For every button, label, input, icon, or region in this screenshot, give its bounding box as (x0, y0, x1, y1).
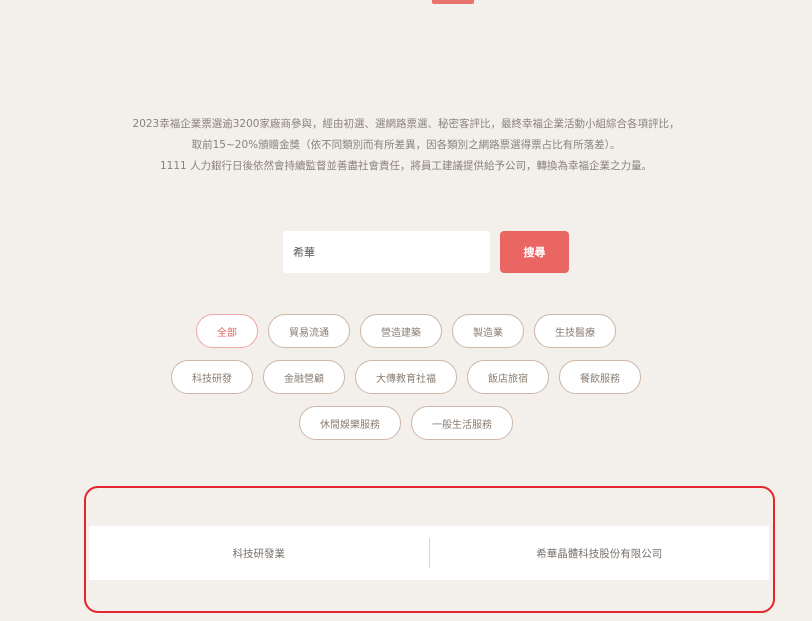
category-filter: 全部 貿易流通 營造建築 製造業 生技醫療 科技研發 金融營顧 大傳教育社福 飯… (0, 314, 812, 440)
result-row[interactable]: 科技研發業 希華晶體科技股份有限公司 (89, 526, 769, 580)
tag-tech-rd[interactable]: 科技研發 (171, 360, 253, 394)
tag-finance[interactable]: 金融營顧 (263, 360, 345, 394)
tag-row-3: 休閒娛樂服務 一般生活服務 (299, 406, 513, 440)
intro-line-3: 1111 人力銀行日後依然會持續監督並善盡社會責任，將員工建議提供給予公司，轉換… (159, 160, 653, 172)
result-category: 科技研發業 (232, 547, 286, 560)
tag-leisure[interactable]: 休閒娛樂服務 (299, 406, 401, 440)
tag-row-1: 全部 貿易流通 營造建築 製造業 生技醫療 (196, 314, 616, 348)
tag-biotech[interactable]: 生技醫療 (534, 314, 616, 348)
tag-row-2: 科技研發 金融營顧 大傳教育社福 飯店旅宿 餐飲服務 (171, 360, 641, 394)
tag-food-service[interactable]: 餐飲服務 (559, 360, 641, 394)
search-bar: 搜尋 (283, 231, 569, 273)
search-button[interactable]: 搜尋 (500, 231, 569, 273)
tag-trade[interactable]: 貿易流通 (268, 314, 350, 348)
tag-manufacturing[interactable]: 製造業 (452, 314, 524, 348)
intro-line-2: 取前15~20%頒贈金獎（依不同類別而有所差異，因各類別之網路票選得票占比有所落… (191, 139, 621, 151)
search-input[interactable] (283, 231, 490, 273)
tag-general-service[interactable]: 一般生活服務 (411, 406, 513, 440)
tag-hotel[interactable]: 飯店旅宿 (467, 360, 549, 394)
intro-line-1: 2023幸福企業票選逾3200家廠商參與，經由初選、選網路票選、秘密客評比，最終… (132, 118, 680, 130)
tag-all[interactable]: 全部 (196, 314, 258, 348)
intro-text: 2023幸福企業票選逾3200家廠商參與，經由初選、選網路票選、秘密客評比，最終… (0, 114, 812, 177)
top-accent-bar (432, 0, 474, 4)
tag-media-education[interactable]: 大傳教育社福 (355, 360, 457, 394)
result-company[interactable]: 希華晶體科技股份有限公司 (430, 546, 770, 561)
tag-construction[interactable]: 營造建築 (360, 314, 442, 348)
